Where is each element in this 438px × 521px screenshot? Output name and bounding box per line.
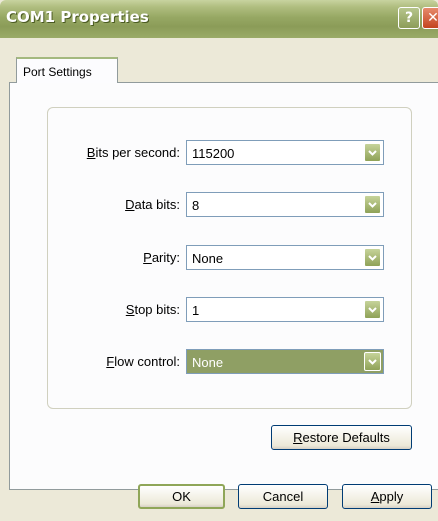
parity-value: None — [192, 251, 224, 266]
tab-port-settings[interactable]: Port Settings — [16, 57, 118, 83]
help-button[interactable]: ? — [398, 7, 420, 29]
tab-label: Port Settings — [23, 65, 92, 79]
ok-button[interactable]: OK — [138, 484, 225, 509]
chevron-down-icon[interactable] — [364, 195, 381, 214]
title-bar[interactable]: COM1 Properties ? ✕ — [0, 0, 438, 38]
flow-control-select[interactable]: None — [186, 349, 384, 374]
chevron-down-icon[interactable] — [364, 143, 381, 162]
restore-defaults-button[interactable]: Restore Defaults — [271, 425, 412, 450]
close-button[interactable]: ✕ — [422, 7, 438, 29]
apply-button[interactable]: Apply — [342, 484, 432, 509]
com1-properties-dialog: COM1 Properties ? ✕ Port Settings Bits p… — [0, 0, 438, 521]
data-bits-select[interactable]: 8 — [186, 192, 384, 217]
chevron-down-icon[interactable] — [364, 300, 381, 319]
cancel-button[interactable]: Cancel — [238, 484, 328, 509]
stop-bits-value: 1 — [192, 303, 200, 318]
data-bits-label: Data bits: — [125, 197, 180, 212]
close-icon: ✕ — [427, 10, 438, 26]
bits-per-second-value: 115200 — [192, 146, 235, 161]
stop-bits-label: Stop bits: — [125, 302, 180, 317]
help-icon: ? — [404, 10, 414, 26]
flow-control-label: Flow control: — [106, 354, 180, 369]
parity-label: Parity: — [143, 250, 180, 265]
bits-per-second-label: Bits per second: — [86, 145, 180, 160]
data-bits-value: 8 — [192, 198, 200, 213]
flow-control-value: None — [192, 355, 224, 370]
parity-select[interactable]: None — [186, 245, 384, 270]
window-title: COM1 Properties — [6, 8, 149, 26]
stop-bits-select[interactable]: 1 — [186, 297, 384, 322]
chevron-down-icon[interactable] — [364, 248, 381, 267]
bits-per-second-select[interactable]: 115200 — [186, 140, 384, 165]
chevron-down-icon[interactable] — [364, 352, 381, 371]
